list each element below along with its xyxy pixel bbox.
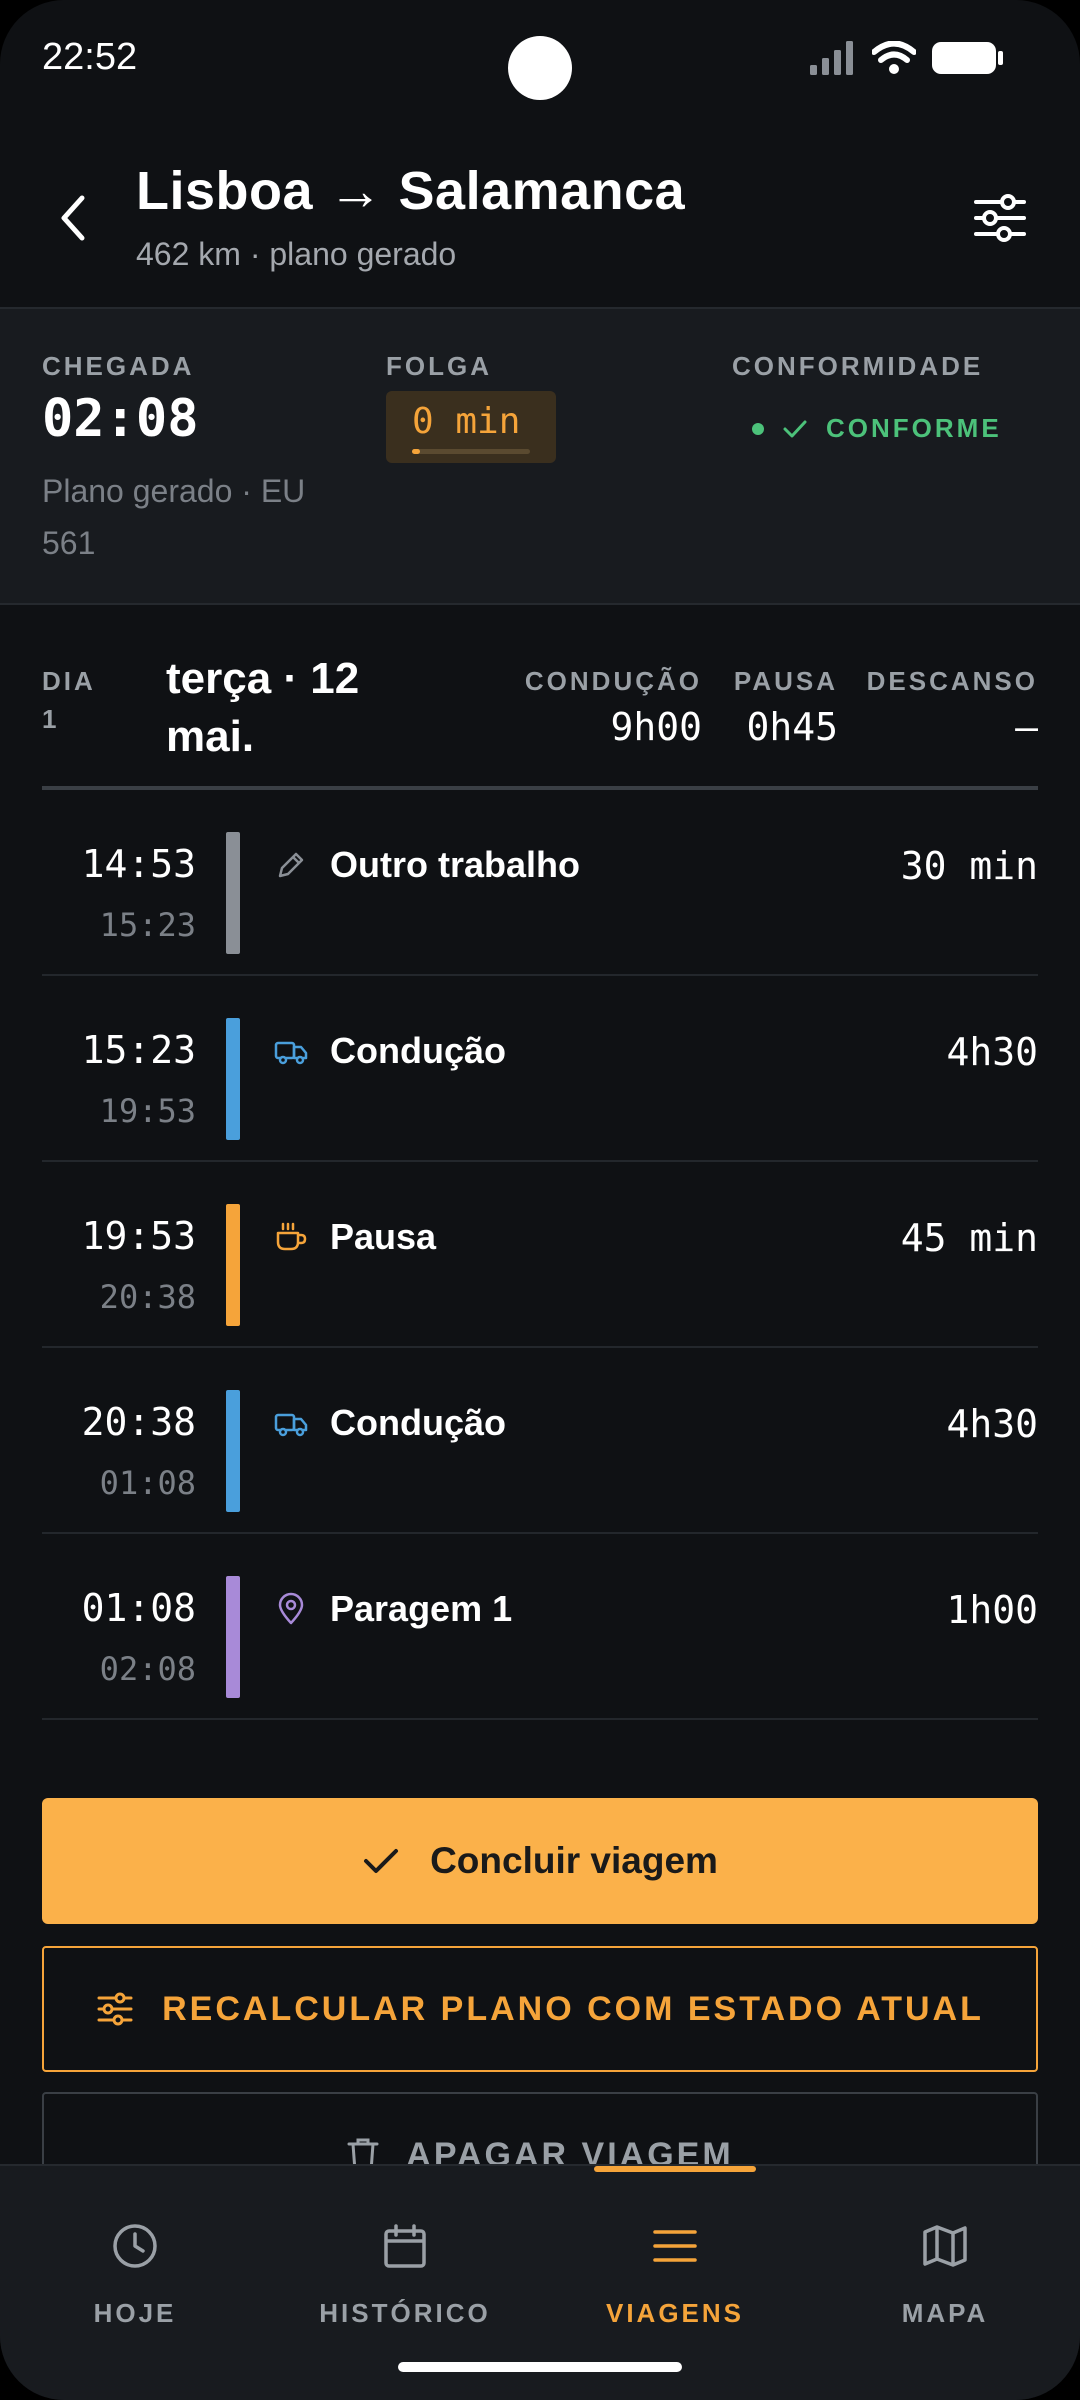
timeline-event[interactable]: 01:08 02:08 Paragem 1 1h00 (42, 1534, 1038, 1720)
nav-history[interactable]: HISTÓRICO (270, 2196, 540, 2328)
event-start-time: 01:08 (81, 1586, 196, 1630)
event-label: Paragem 1 (330, 1588, 513, 1629)
event-color-bar (226, 1018, 240, 1140)
driving-stat-value: 9h00 (610, 705, 702, 749)
arrival-label: CHEGADA (42, 351, 195, 381)
active-tab-indicator (594, 2166, 756, 2172)
break-stat-value: 0h45 (746, 705, 838, 749)
menu-icon (653, 2230, 697, 2262)
rest-stat: DESCANSO — (867, 666, 1038, 749)
arrival-note: Plano gerado · EU 561 (42, 473, 306, 561)
break-stat-label: PAUSA (733, 666, 838, 696)
event-start-time: 14:53 (81, 842, 196, 886)
compliance-status: CONFORME (752, 413, 1002, 444)
event-duration: 30 min (900, 844, 1038, 888)
event-end-time: 02:08 (99, 1650, 196, 1688)
slack-progress-fill (412, 449, 420, 454)
arrival-time: 02:08 (42, 389, 199, 449)
event-duration: 4h30 (946, 1030, 1038, 1074)
battery-icon (932, 42, 1003, 74)
truck-icon (274, 1041, 308, 1065)
wifi-icon (872, 41, 916, 74)
calendar-icon (384, 2224, 426, 2268)
nav-map[interactable]: MAPA (810, 2196, 1080, 2328)
back-arrow-icon[interactable] (52, 188, 92, 248)
recalculate-plan-button[interactable]: RECALCULAR PLANO COM ESTADO ATUAL (42, 1946, 1038, 2072)
rest-stat-label: DESCANSO (866, 666, 1038, 696)
day-number: 1 (42, 704, 57, 734)
check-icon (364, 1849, 399, 1873)
event-label: Outro trabalho (330, 844, 580, 885)
event-end-time: 15:23 (99, 906, 196, 944)
nav-today-label: HOJE (93, 2298, 177, 2328)
event-end-time: 19:53 (99, 1092, 196, 1130)
check-icon (783, 420, 807, 437)
nav-history-label: HISTÓRICO (319, 2298, 491, 2328)
day-label: DIA (42, 666, 96, 696)
event-color-bar (226, 832, 240, 954)
signal-icon (810, 41, 853, 75)
status-dot (752, 422, 764, 435)
sliders-icon[interactable] (972, 190, 1028, 246)
trip-subtitle: 462 km · plano gerado (136, 236, 457, 272)
nav-trips[interactable]: VIAGENS (540, 2196, 810, 2328)
event-duration: 4h30 (946, 1402, 1038, 1446)
trip-title: Lisboa → Salamanca (136, 161, 686, 221)
nav-today[interactable]: HOJE (0, 2196, 270, 2328)
event-label: Pausa (330, 1216, 437, 1257)
event-duration: 45 min (900, 1216, 1038, 1260)
complete-trip-label: Concluir viagem (430, 1840, 718, 1881)
compliance-label: CONFORMIDADE (732, 351, 984, 381)
screen: 22:52 Lisboa → Salamanca 462 km · plano … (0, 0, 1080, 2400)
timeline-event[interactable]: 15:23 19:53 Condução 4h30 (42, 976, 1038, 1162)
nav-map-label: MAPA (901, 2298, 989, 2328)
timeline: 14:53 15:23 Outro trabalho 30 min 15:23 … (42, 790, 1038, 1720)
event-duration: 1h00 (946, 1588, 1038, 1632)
event-color-bar (226, 1204, 240, 1326)
event-label: Condução (330, 1030, 506, 1071)
event-end-time: 01:08 (99, 1464, 196, 1502)
event-color-bar (226, 1390, 240, 1512)
trip-summary: CHEGADA 02:08 Plano gerado · EU 561 FOLG… (0, 309, 1080, 605)
slack-progress (412, 449, 530, 454)
status-time: 22:52 (42, 36, 138, 78)
pencil-icon (278, 852, 304, 878)
timeline-event[interactable]: 14:53 15:23 Outro trabalho 30 min (42, 790, 1038, 976)
break-stat: PAUSA 0h45 (734, 666, 838, 749)
slack-label: FOLGA (386, 351, 492, 381)
clock-icon (113, 2224, 157, 2268)
map-icon (923, 2225, 967, 2267)
sliders-icon (97, 1992, 133, 2026)
day-header: DIA 1 terça · 12 mai. CONDUÇÃO 9h00 PAUS… (42, 650, 1038, 790)
nav-trips-label: VIAGENS (605, 2298, 745, 2328)
event-color-bar (226, 1576, 240, 1698)
recalculate-plan-label: RECALCULAR PLANO COM ESTADO ATUAL (162, 1989, 984, 2028)
timeline-event[interactable]: 19:53 20:38 Pausa 45 min (42, 1162, 1038, 1348)
coffee-icon (276, 1222, 307, 1251)
event-label: Condução (330, 1402, 506, 1443)
driving-stat: CONDUÇÃO 9h00 (525, 666, 702, 749)
map-pin-icon (278, 1592, 304, 1625)
event-start-time: 15:23 (81, 1028, 196, 1072)
camera-cutout (508, 36, 572, 100)
event-start-time: 19:53 (81, 1214, 196, 1258)
event-end-time: 20:38 (99, 1278, 196, 1316)
top-app-bar: Lisboa → Salamanca 462 km · plano gerado (0, 130, 1080, 308)
rest-stat-value: — (1015, 705, 1038, 749)
status-icons (810, 38, 1004, 78)
event-start-time: 20:38 (81, 1400, 196, 1444)
day-date: terça · 12 mai. (166, 654, 360, 761)
slack-badge: 0 min (386, 391, 556, 463)
slack-value: 0 min (412, 401, 521, 442)
driving-stat-label: CONDUÇÃO (524, 666, 702, 696)
compliance-value: CONFORME (826, 413, 1002, 443)
timeline-event[interactable]: 20:38 01:08 Condução 4h30 (42, 1348, 1038, 1534)
truck-icon (274, 1413, 308, 1437)
complete-trip-button[interactable]: Concluir viagem (42, 1798, 1038, 1924)
home-indicator[interactable] (398, 2362, 682, 2372)
